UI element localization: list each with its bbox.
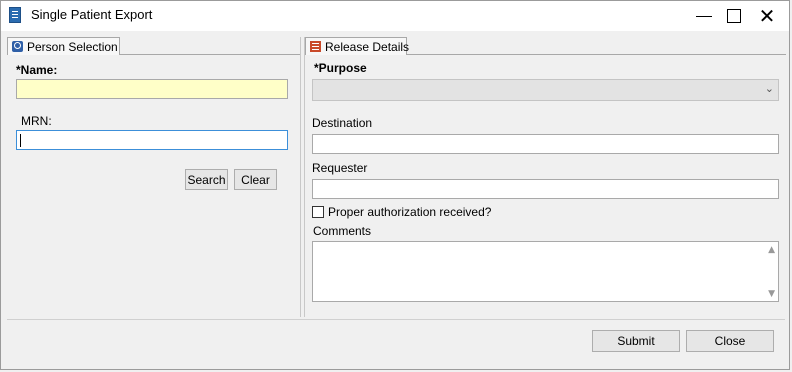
comments-textarea[interactable]: ▲ ▼ [312, 241, 779, 302]
tab-person-selection-label: Person Selection [27, 39, 118, 54]
chevron-down-icon: ⌄ [764, 82, 774, 95]
requester-label: Requester [312, 161, 368, 175]
maximize-icon [727, 9, 741, 23]
authorization-label: Proper authorization received? [328, 205, 492, 219]
close-window-button[interactable]: ✕ [750, 1, 784, 31]
tab-release-details-label: Release Details [325, 39, 410, 54]
purpose-label: *Purpose [314, 61, 367, 75]
maximize-button[interactable] [717, 1, 751, 31]
window-title: Single Patient Export [31, 7, 153, 22]
release-details-panel: Release Details *Purpose ⌄ Destination R… [304, 37, 786, 317]
list-icon [310, 41, 321, 52]
scroll-up-icon[interactable]: ▲ [768, 245, 775, 255]
title-bar: Single Patient Export ✕ [1, 1, 789, 31]
mrn-label: MRN: [21, 114, 52, 128]
comments-label: Comments [313, 224, 372, 238]
minimize-button[interactable] [687, 1, 721, 31]
name-label: *Name: [16, 63, 58, 77]
magnifier-icon [12, 41, 23, 52]
mrn-field[interactable] [16, 130, 288, 150]
tab-release-details[interactable]: Release Details [305, 37, 410, 55]
name-field[interactable] [16, 79, 288, 99]
tab-strip-line [407, 54, 786, 55]
submit-button-label: Submit [617, 334, 655, 348]
close-button[interactable]: Close [686, 330, 774, 352]
search-button-label: Search [187, 172, 226, 187]
close-button-label: Close [714, 334, 746, 348]
minimize-icon [696, 15, 712, 17]
clear-button-label: Clear [241, 172, 270, 187]
tab-person-selection[interactable]: Person Selection [7, 37, 120, 55]
search-button[interactable]: Search [185, 169, 228, 190]
footer-divider [7, 319, 785, 320]
text-cursor [20, 134, 21, 147]
requester-field[interactable] [312, 179, 779, 199]
close-icon: ✕ [758, 4, 776, 28]
clear-button[interactable]: Clear [234, 169, 277, 190]
person-selection-panel: Person Selection *Name: MRN: Search Clea… [7, 37, 301, 317]
tab-strip-line [120, 54, 300, 55]
scroll-down-icon[interactable]: ▼ [768, 289, 775, 299]
destination-label: Destination [312, 116, 373, 130]
purpose-dropdown[interactable]: ⌄ [312, 79, 779, 101]
authorization-checkbox[interactable] [312, 206, 324, 218]
single-patient-export-window: Single Patient Export ✕ Person Selection… [0, 0, 790, 370]
submit-button[interactable]: Submit [592, 330, 680, 352]
app-icon [9, 7, 21, 23]
destination-field[interactable] [312, 134, 779, 154]
